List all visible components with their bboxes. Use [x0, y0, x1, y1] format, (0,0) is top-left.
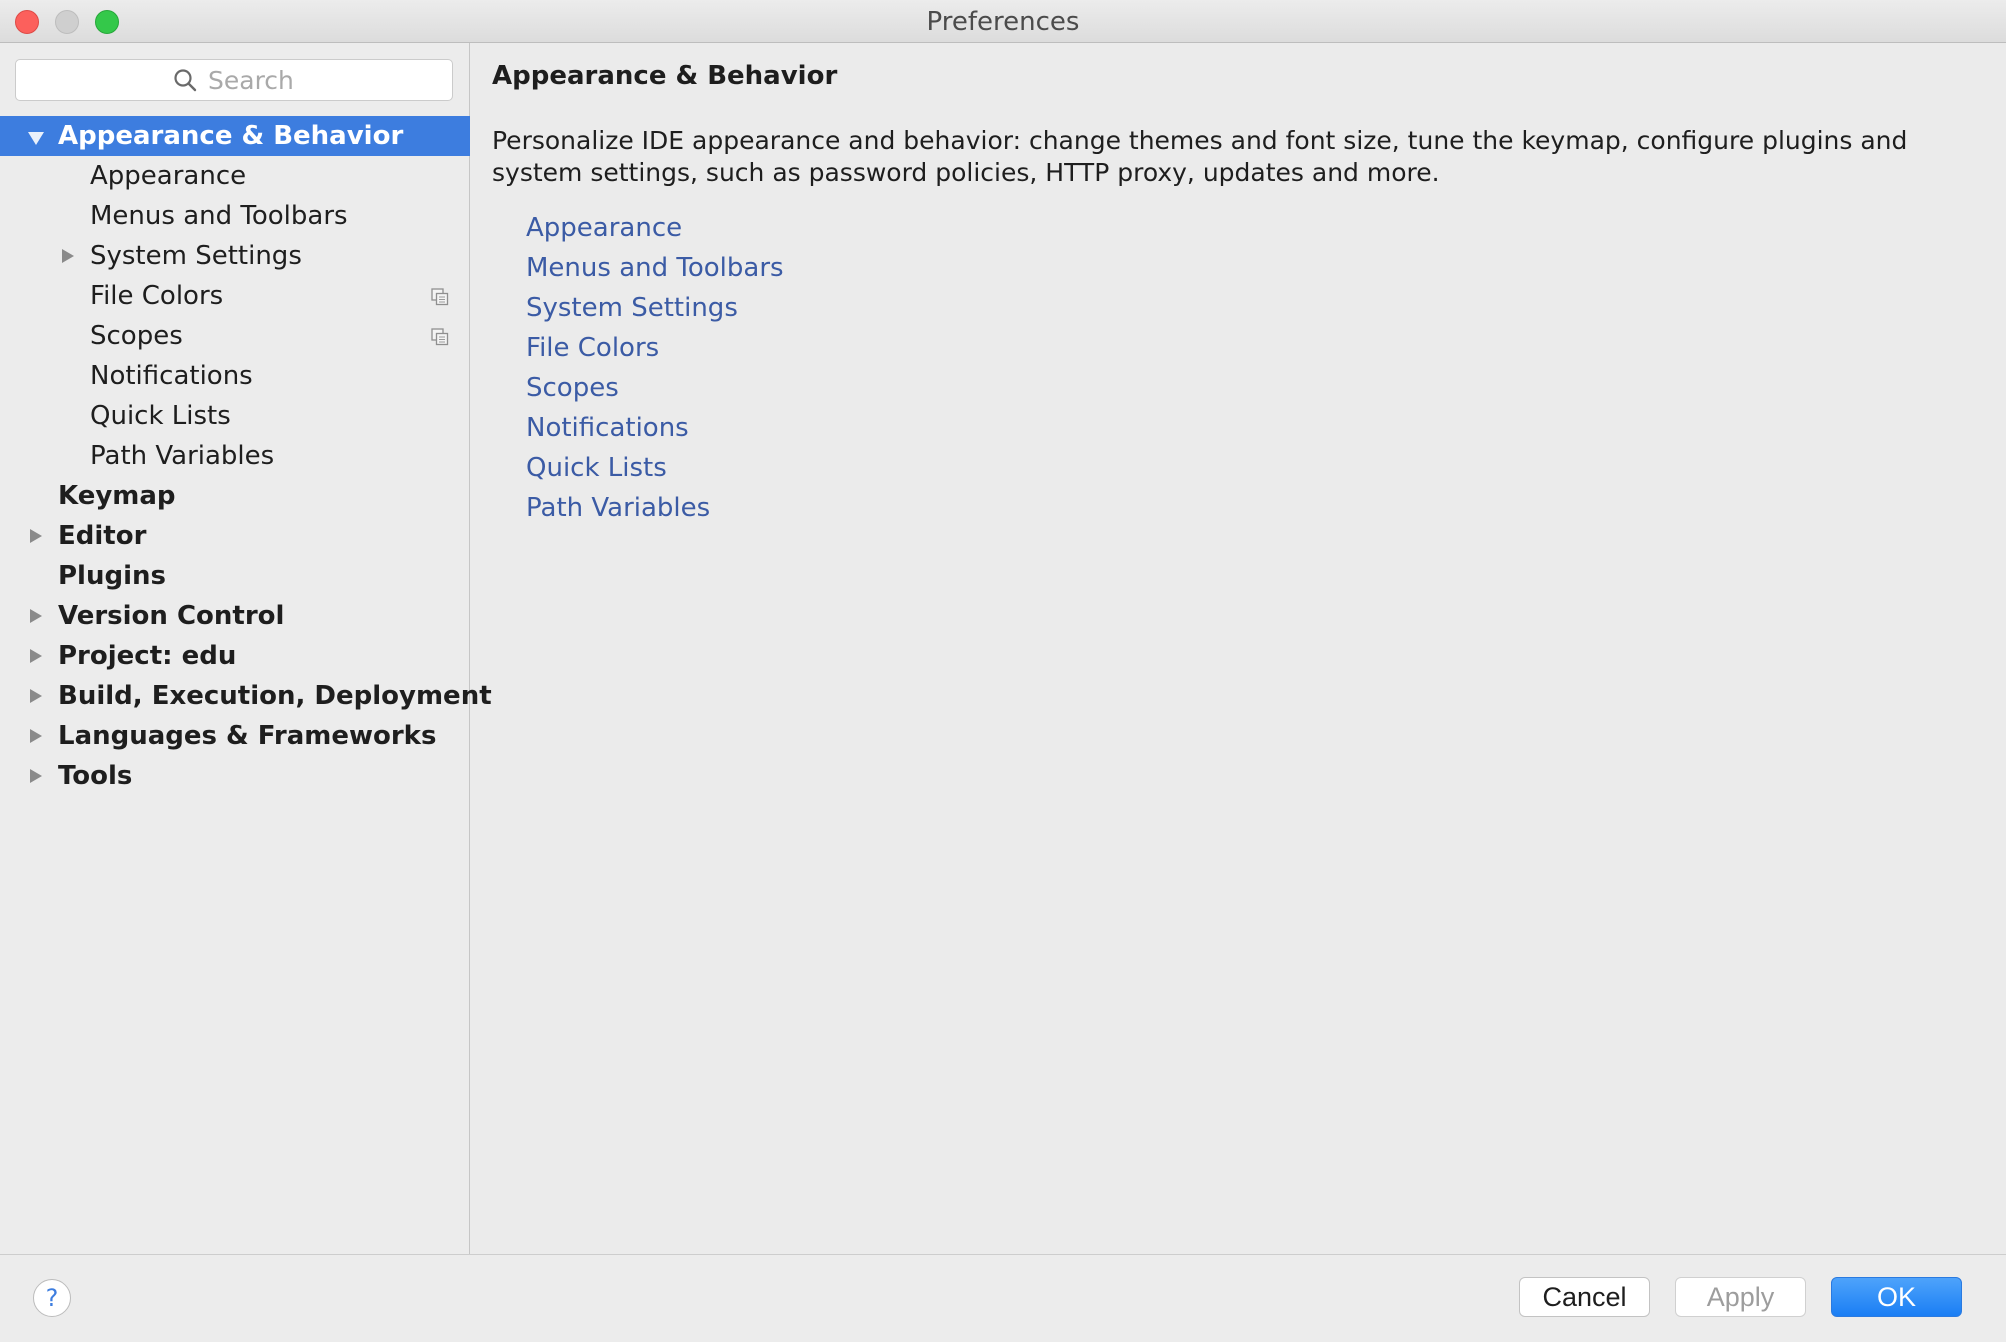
- tree-item-label: Plugins: [58, 561, 166, 591]
- triangle-right-icon[interactable]: [30, 609, 42, 623]
- link-system-settings[interactable]: System Settings: [526, 288, 784, 328]
- tree-item-label: Path Variables: [90, 441, 275, 471]
- tree-item-label: Project: edu: [58, 641, 237, 671]
- tree-item-label: Tools: [58, 761, 133, 791]
- tree-item-keymap[interactable]: Keymap: [0, 476, 470, 516]
- tree-item-label: Notifications: [90, 361, 253, 391]
- preferences-window: Preferences Appearance & Behavior Appear…: [0, 0, 2006, 1342]
- settings-content: Appearance & Behavior Personalize IDE ap…: [470, 43, 2006, 1254]
- link-menus-toolbars[interactable]: Menus and Toolbars: [526, 248, 784, 288]
- tree-item-label: File Colors: [90, 281, 224, 311]
- tree-item-label: Keymap: [58, 481, 176, 511]
- link-appearance[interactable]: Appearance: [526, 208, 784, 248]
- tree-item-path-variables[interactable]: Path Variables: [0, 436, 470, 476]
- tree-item-tools[interactable]: Tools: [0, 756, 470, 796]
- title-bar: Preferences: [0, 0, 2006, 43]
- tree-item-label: System Settings: [90, 241, 302, 271]
- tree-item-languages[interactable]: Languages & Frameworks: [0, 716, 470, 756]
- dialog-footer: ? Cancel Apply OK: [0, 1254, 2006, 1342]
- triangle-right-icon[interactable]: [30, 729, 42, 743]
- cancel-button[interactable]: Cancel: [1519, 1277, 1650, 1317]
- link-scopes[interactable]: Scopes: [526, 368, 784, 408]
- search-input[interactable]: [208, 63, 438, 97]
- tree-item-label: Appearance & Behavior: [58, 121, 404, 151]
- window-title: Preferences: [926, 7, 1080, 37]
- tree-item-label: Languages & Frameworks: [58, 721, 437, 751]
- triangle-right-icon[interactable]: [30, 649, 42, 663]
- tree-item-scopes[interactable]: Scopes: [0, 316, 470, 356]
- help-button[interactable]: ?: [33, 1279, 71, 1317]
- tree-item-label: Menus and Toolbars: [90, 201, 348, 231]
- settings-tree: Appearance & Behavior Appearance Menus a…: [0, 116, 492, 796]
- link-notifications[interactable]: Notifications: [526, 408, 784, 448]
- tree-item-label: Version Control: [58, 601, 285, 631]
- settings-sidebar: Appearance & Behavior Appearance Menus a…: [0, 43, 492, 1254]
- tree-item-menus-toolbars[interactable]: Menus and Toolbars: [0, 196, 470, 236]
- triangle-right-icon[interactable]: [30, 769, 42, 783]
- tree-item-build[interactable]: Build, Execution, Deployment: [0, 676, 492, 716]
- tree-item-label: Quick Lists: [90, 401, 231, 431]
- copy-icon: [431, 328, 449, 346]
- apply-button[interactable]: Apply: [1675, 1277, 1806, 1317]
- search-box[interactable]: [15, 59, 453, 101]
- triangle-right-icon[interactable]: [30, 689, 42, 703]
- tree-item-appearance[interactable]: Appearance: [0, 156, 470, 196]
- page-description: Personalize IDE appearance and behavior:…: [492, 126, 1908, 187]
- link-path-variables[interactable]: Path Variables: [526, 488, 784, 528]
- tree-item-appearance-behavior[interactable]: Appearance & Behavior: [0, 116, 470, 156]
- tree-item-file-colors[interactable]: File Colors: [0, 276, 470, 316]
- page-title: Appearance & Behavior: [492, 61, 838, 91]
- tree-item-label: Editor: [58, 521, 147, 551]
- tree-item-label: Build, Execution, Deployment: [58, 681, 492, 711]
- copy-icon: [431, 288, 449, 306]
- link-file-colors[interactable]: File Colors: [526, 328, 784, 368]
- tree-item-label: Scopes: [90, 321, 183, 351]
- ok-button[interactable]: OK: [1831, 1277, 1962, 1317]
- tree-item-label: Appearance: [90, 161, 247, 191]
- link-quick-lists[interactable]: Quick Lists: [526, 448, 784, 488]
- tree-item-quick-lists[interactable]: Quick Lists: [0, 396, 470, 436]
- tree-item-version-control[interactable]: Version Control: [0, 596, 470, 636]
- tree-item-plugins[interactable]: Plugins: [0, 556, 470, 596]
- tree-item-editor[interactable]: Editor: [0, 516, 470, 556]
- triangle-right-icon[interactable]: [30, 529, 42, 543]
- tree-item-project[interactable]: Project: edu: [0, 636, 470, 676]
- tree-item-notifications[interactable]: Notifications: [0, 356, 470, 396]
- search-icon: [174, 69, 197, 92]
- triangle-right-icon[interactable]: [62, 249, 74, 263]
- subpage-links: Appearance Menus and Toolbars System Set…: [526, 208, 784, 528]
- tree-item-system-settings[interactable]: System Settings: [0, 236, 470, 276]
- triangle-down-icon[interactable]: [28, 132, 44, 145]
